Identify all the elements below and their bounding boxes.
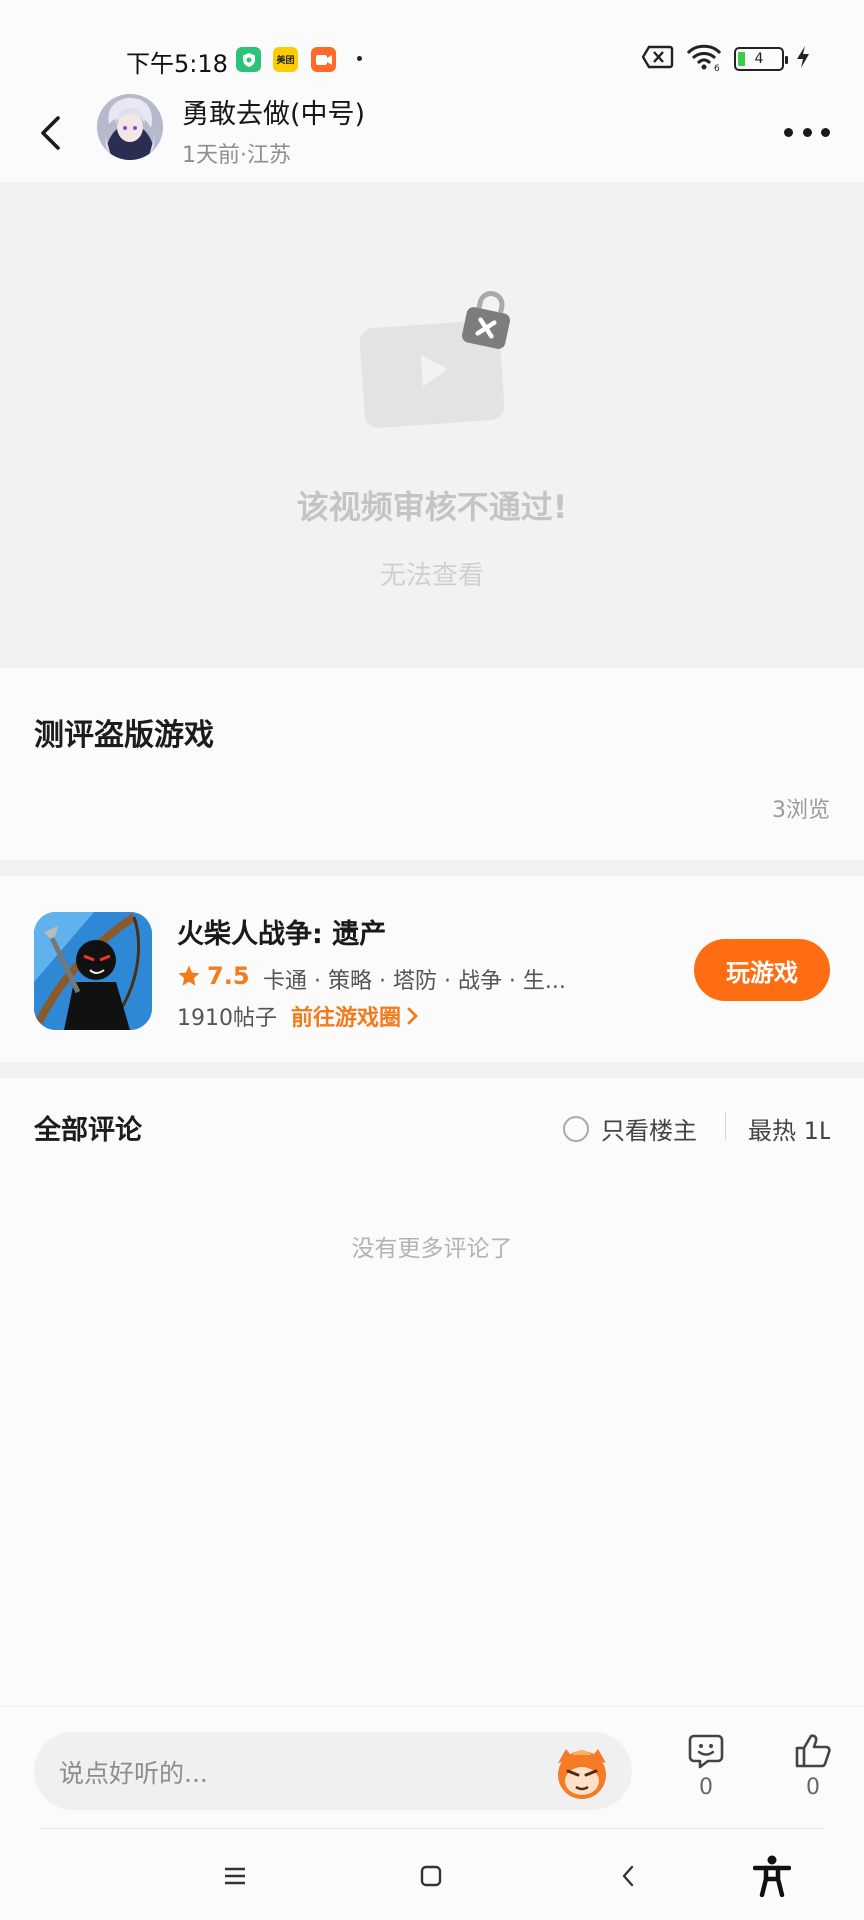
- author-avatar[interactable]: [97, 94, 163, 160]
- only-op-toggle[interactable]: 只看楼主: [563, 1111, 697, 1146]
- notification-dot-icon: [357, 56, 362, 61]
- battery-indicator: 4: [734, 47, 788, 71]
- post-meta: 1天前·江苏: [182, 143, 291, 168]
- game-rating: 7.5: [177, 962, 250, 990]
- locked-video-icon: [359, 291, 510, 428]
- game-circle-link[interactable]: 前往游戏圈: [291, 1000, 419, 1032]
- no-more-comments: 没有更多评论了: [351, 1236, 513, 1262]
- divider: [40, 1828, 824, 1829]
- thumbs-up-icon: [795, 1734, 831, 1768]
- more-options-button[interactable]: [784, 120, 830, 144]
- charging-icon: [796, 46, 810, 72]
- radio-icon: [563, 1115, 589, 1142]
- accessibility-button[interactable]: [752, 1855, 792, 1897]
- more-dot: [821, 127, 830, 137]
- home-button[interactable]: [411, 1856, 451, 1896]
- more-dot: [802, 127, 812, 137]
- emoji-reaction-button[interactable]: 0: [676, 1733, 736, 1800]
- post-count: 1910帖子: [177, 1006, 277, 1031]
- comments-title: 全部评论: [34, 1115, 142, 1146]
- bottom-action-bar: 说点好听的... 0 0: [0, 1706, 864, 1826]
- battery-level: 4: [754, 51, 764, 67]
- only-op-label: 只看楼主: [601, 1117, 697, 1145]
- status-bar: 下午5:18 美团 6 4: [0, 0, 864, 100]
- chevron-left-icon: [41, 116, 60, 150]
- accessibility-icon: [753, 1855, 791, 1897]
- emoji-count: 0: [699, 1775, 713, 1800]
- svg-text:6: 6: [714, 64, 720, 71]
- post-detail-page: 下午5:18 美团 6 4 勇敢去做(中号) 1天前·江苏 该视频审核不通过! …: [0, 0, 864, 1920]
- mascot-icon[interactable]: [552, 1741, 612, 1801]
- game-stats: 1910帖子 前往游戏圈: [177, 1000, 419, 1032]
- status-right-group: 6 4: [641, 43, 810, 75]
- back-icon: [622, 1865, 634, 1887]
- post-header: 勇敢去做(中号) 1天前·江苏: [0, 90, 864, 180]
- star-icon: [178, 965, 200, 986]
- sort-selector[interactable]: 最热 1L: [748, 1111, 830, 1146]
- video-app-icon: [311, 47, 336, 72]
- home-icon: [420, 1865, 442, 1887]
- status-time: 下午5:18: [126, 50, 228, 78]
- chevron-right-icon: [407, 1007, 418, 1025]
- emoji-comment-icon: [688, 1734, 724, 1769]
- game-circle-link-label: 前往游戏圈: [291, 1006, 402, 1031]
- comment-input[interactable]: 说点好听的...: [34, 1732, 632, 1810]
- system-back-button[interactable]: [608, 1856, 648, 1896]
- game-icon[interactable]: [34, 912, 152, 1030]
- shield-app-icon: [236, 47, 261, 72]
- comment-input-placeholder: 说点好听的...: [59, 1759, 208, 1788]
- video-player-area: 该视频审核不通过! 无法查看: [0, 182, 864, 668]
- section-divider: [0, 1062, 864, 1078]
- section-divider: [0, 860, 864, 876]
- author-name[interactable]: 勇敢去做(中号): [182, 92, 365, 131]
- more-dots-icon: [784, 127, 793, 137]
- menu-icon: [225, 1867, 245, 1885]
- divider: [725, 1112, 726, 1140]
- no-sim-icon: [641, 45, 674, 73]
- play-game-button[interactable]: 玩游戏: [694, 939, 830, 1001]
- system-nav-bar: [0, 1840, 864, 1920]
- meituan-app-icon: 美团: [273, 47, 298, 72]
- wifi-6-icon: 6: [686, 43, 722, 75]
- post-title: 测评盗版游戏: [34, 718, 214, 753]
- rating-score: 7.5: [207, 962, 250, 990]
- back-button[interactable]: [30, 108, 70, 158]
- view-count: 3浏览: [772, 798, 830, 823]
- game-name[interactable]: 火柴人战争: 遗产: [177, 912, 386, 951]
- menu-button[interactable]: [215, 1856, 255, 1896]
- video-blocked-title: 该视频审核不通过!: [296, 488, 568, 526]
- video-blocked-subtitle: 无法查看: [379, 561, 484, 591]
- game-card[interactable]: 火柴人战争: 遗产 7.5 卡通 · 策略 · 塔防 · 战争 · 生... 1…: [0, 876, 864, 1062]
- like-button[interactable]: 0: [783, 1733, 843, 1800]
- like-count: 0: [806, 1775, 820, 1800]
- game-tags: 卡通 · 策略 · 塔防 · 战争 · 生...: [263, 969, 566, 994]
